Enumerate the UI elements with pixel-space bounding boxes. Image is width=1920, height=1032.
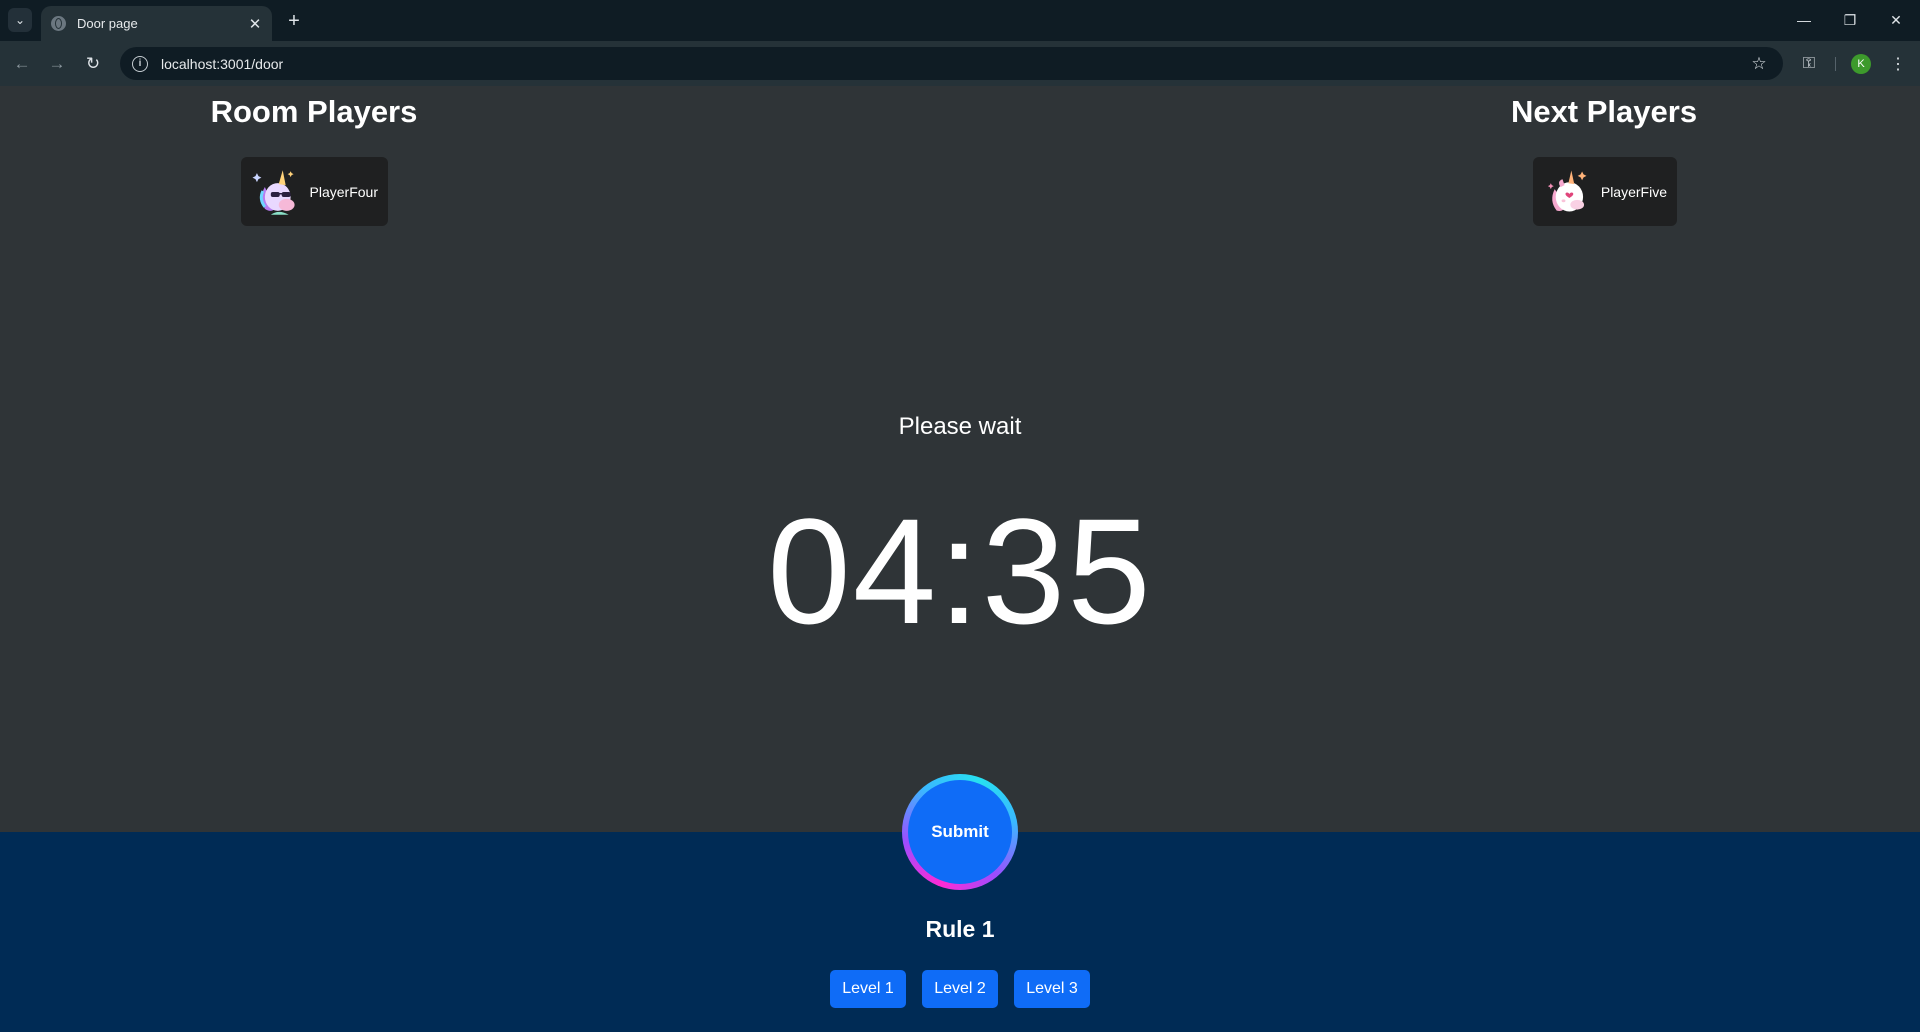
submit-ring: Submit: [902, 774, 1018, 890]
rule-label: Rule 1: [925, 916, 995, 942]
level-2-button[interactable]: Level 2: [922, 970, 998, 1008]
door-page: Room Players PlayerFour Next Players Pla…: [0, 86, 1920, 1032]
close-tab-icon[interactable]: ✕: [244, 13, 266, 35]
unicorn-heart-icon: [1547, 170, 1587, 212]
browser-toolbar: ← → ↻ i localhost:3001/door ☆ ⚿ K ⋮: [0, 41, 1920, 86]
toolbar-divider: [1835, 57, 1836, 71]
globe-icon: [51, 16, 66, 31]
restore-icon[interactable]: ❐: [1827, 6, 1873, 34]
player-name: PlayerFour: [309, 183, 378, 200]
window-close-icon[interactable]: ✕: [1873, 6, 1919, 34]
room-players-heading: Room Players: [210, 94, 418, 129]
status-text: Please wait: [898, 413, 1022, 440]
menu-kebab-icon[interactable]: ⋮: [1884, 50, 1912, 78]
submit-button[interactable]: Submit: [908, 780, 1012, 884]
site-info-icon[interactable]: i: [132, 55, 148, 72]
minimize-icon[interactable]: —: [1781, 6, 1827, 34]
browser-tab-bar: ⌄ Door page ✕ + — ❐ ✕: [0, 0, 1920, 41]
reload-icon[interactable]: ↻: [79, 50, 107, 78]
player-name: PlayerFive: [1600, 183, 1667, 200]
profile-avatar[interactable]: K: [1851, 54, 1871, 74]
countdown-timer: 04:35: [767, 487, 1153, 655]
new-tab-icon[interactable]: +: [282, 9, 306, 33]
room-player-card[interactable]: PlayerFour: [241, 157, 388, 226]
next-player-card[interactable]: PlayerFive: [1533, 157, 1677, 226]
level-1-button[interactable]: Level 1: [830, 970, 906, 1008]
address-bar[interactable]: i localhost:3001/door ☆: [120, 47, 1783, 80]
extensions-icon[interactable]: ⚿: [1795, 50, 1823, 78]
forward-icon[interactable]: →: [43, 50, 71, 78]
url-text: localhost:3001/door: [161, 55, 284, 72]
bookmark-star-icon[interactable]: ☆: [1749, 54, 1769, 74]
back-icon[interactable]: ←: [8, 50, 36, 78]
level-3-button[interactable]: Level 3: [1014, 970, 1090, 1008]
tab-search-icon[interactable]: ⌄: [8, 8, 32, 32]
next-players-heading: Next Players: [1510, 94, 1698, 129]
browser-tab[interactable]: Door page ✕: [41, 6, 272, 41]
unicorn-sunglasses-icon: [252, 169, 295, 215]
tab-title: Door page: [77, 16, 138, 31]
